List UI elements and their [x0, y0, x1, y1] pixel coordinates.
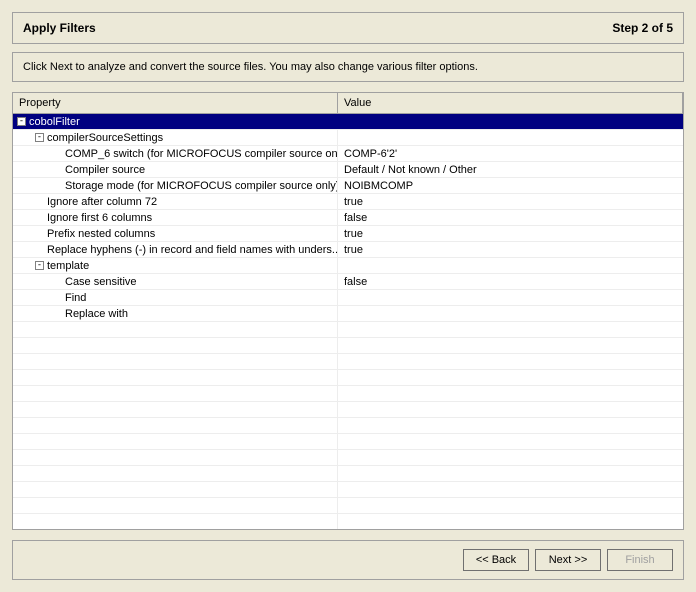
table-row	[13, 370, 683, 386]
expander-icon[interactable]: -	[17, 117, 26, 126]
table-row[interactable]: Ignore after column 72 true	[13, 194, 683, 210]
property-label: Ignore first 6 columns	[47, 210, 152, 225]
column-header-value[interactable]: Value	[338, 93, 683, 113]
property-label: Compiler source	[65, 162, 145, 177]
property-label: Replace hyphens (-) in record and field …	[47, 242, 338, 257]
table-row[interactable]: Find	[13, 290, 683, 306]
table-body[interactable]: -cobolFilter-compilerSourceSettingsCOMP_…	[13, 114, 683, 529]
table-row[interactable]: Ignore first 6 columns false	[13, 210, 683, 226]
property-label: Find	[65, 290, 86, 305]
property-value[interactable]: COMP-6'2'	[338, 146, 683, 161]
table-row[interactable]: Case sensitive false	[13, 274, 683, 290]
table-row[interactable]: -compilerSourceSettings	[13, 130, 683, 146]
table-row[interactable]: Replace with	[13, 306, 683, 322]
table-row[interactable]: Compiler source Default / Not known / Oth…	[13, 162, 683, 178]
property-table: Property Value -cobolFilter-compilerSour…	[12, 92, 684, 530]
table-row	[13, 434, 683, 450]
table-row	[13, 418, 683, 434]
table-row	[13, 498, 683, 514]
property-label: COMP_6 switch (for MICROFOCUS compiler s…	[65, 146, 338, 161]
table-row[interactable]: COMP_6 switch (for MICROFOCUS compiler s…	[13, 146, 683, 162]
property-value[interactable]	[338, 258, 683, 273]
table-row	[13, 386, 683, 402]
property-value[interactable]	[338, 130, 683, 145]
back-button[interactable]: << Back	[463, 549, 529, 571]
table-row	[13, 338, 683, 354]
property-value[interactable]	[338, 290, 683, 305]
table-row	[13, 402, 683, 418]
property-value[interactable]: NOIBMCOMP	[338, 178, 683, 193]
property-value[interactable]	[338, 306, 683, 321]
expander-icon[interactable]: -	[35, 261, 44, 270]
property-label: Case sensitive	[65, 274, 137, 289]
property-value[interactable]: true	[338, 194, 683, 209]
table-row	[13, 450, 683, 466]
step-indicator: Step 2 of 5	[612, 21, 673, 35]
table-row	[13, 482, 683, 498]
property-label: Prefix nested columns	[47, 226, 155, 241]
table-row	[13, 322, 683, 338]
property-value[interactable]: true	[338, 226, 683, 241]
property-label: Replace with	[65, 306, 128, 321]
table-row[interactable]: Storage mode (for MICROFOCUS compiler so…	[13, 178, 683, 194]
table-row[interactable]: -template	[13, 258, 683, 274]
table-row	[13, 466, 683, 482]
property-value[interactable]: false	[338, 210, 683, 225]
table-row	[13, 354, 683, 370]
property-label: cobolFilter	[29, 114, 80, 129]
property-label: Storage mode (for MICROFOCUS compiler so…	[65, 178, 338, 193]
property-value[interactable]: false	[338, 274, 683, 289]
property-label: template	[47, 258, 89, 273]
property-label: Ignore after column 72	[47, 194, 157, 209]
property-value[interactable]	[338, 114, 683, 129]
expander-icon[interactable]: -	[35, 133, 44, 142]
property-value[interactable]: Default / Not known / Other	[338, 162, 683, 177]
next-button[interactable]: Next >>	[535, 549, 601, 571]
page-title: Apply Filters	[23, 21, 96, 35]
table-row[interactable]: -cobolFilter	[13, 114, 683, 130]
table-row[interactable]: Replace hyphens (-) in record and field …	[13, 242, 683, 258]
property-label: compilerSourceSettings	[47, 130, 163, 145]
property-value[interactable]: true	[338, 242, 683, 257]
table-row	[13, 514, 683, 529]
table-row[interactable]: Prefix nested columns true	[13, 226, 683, 242]
column-header-property[interactable]: Property	[13, 93, 338, 113]
instruction-text: Click Next to analyze and convert the so…	[12, 52, 684, 82]
finish-button: Finish	[607, 549, 673, 571]
